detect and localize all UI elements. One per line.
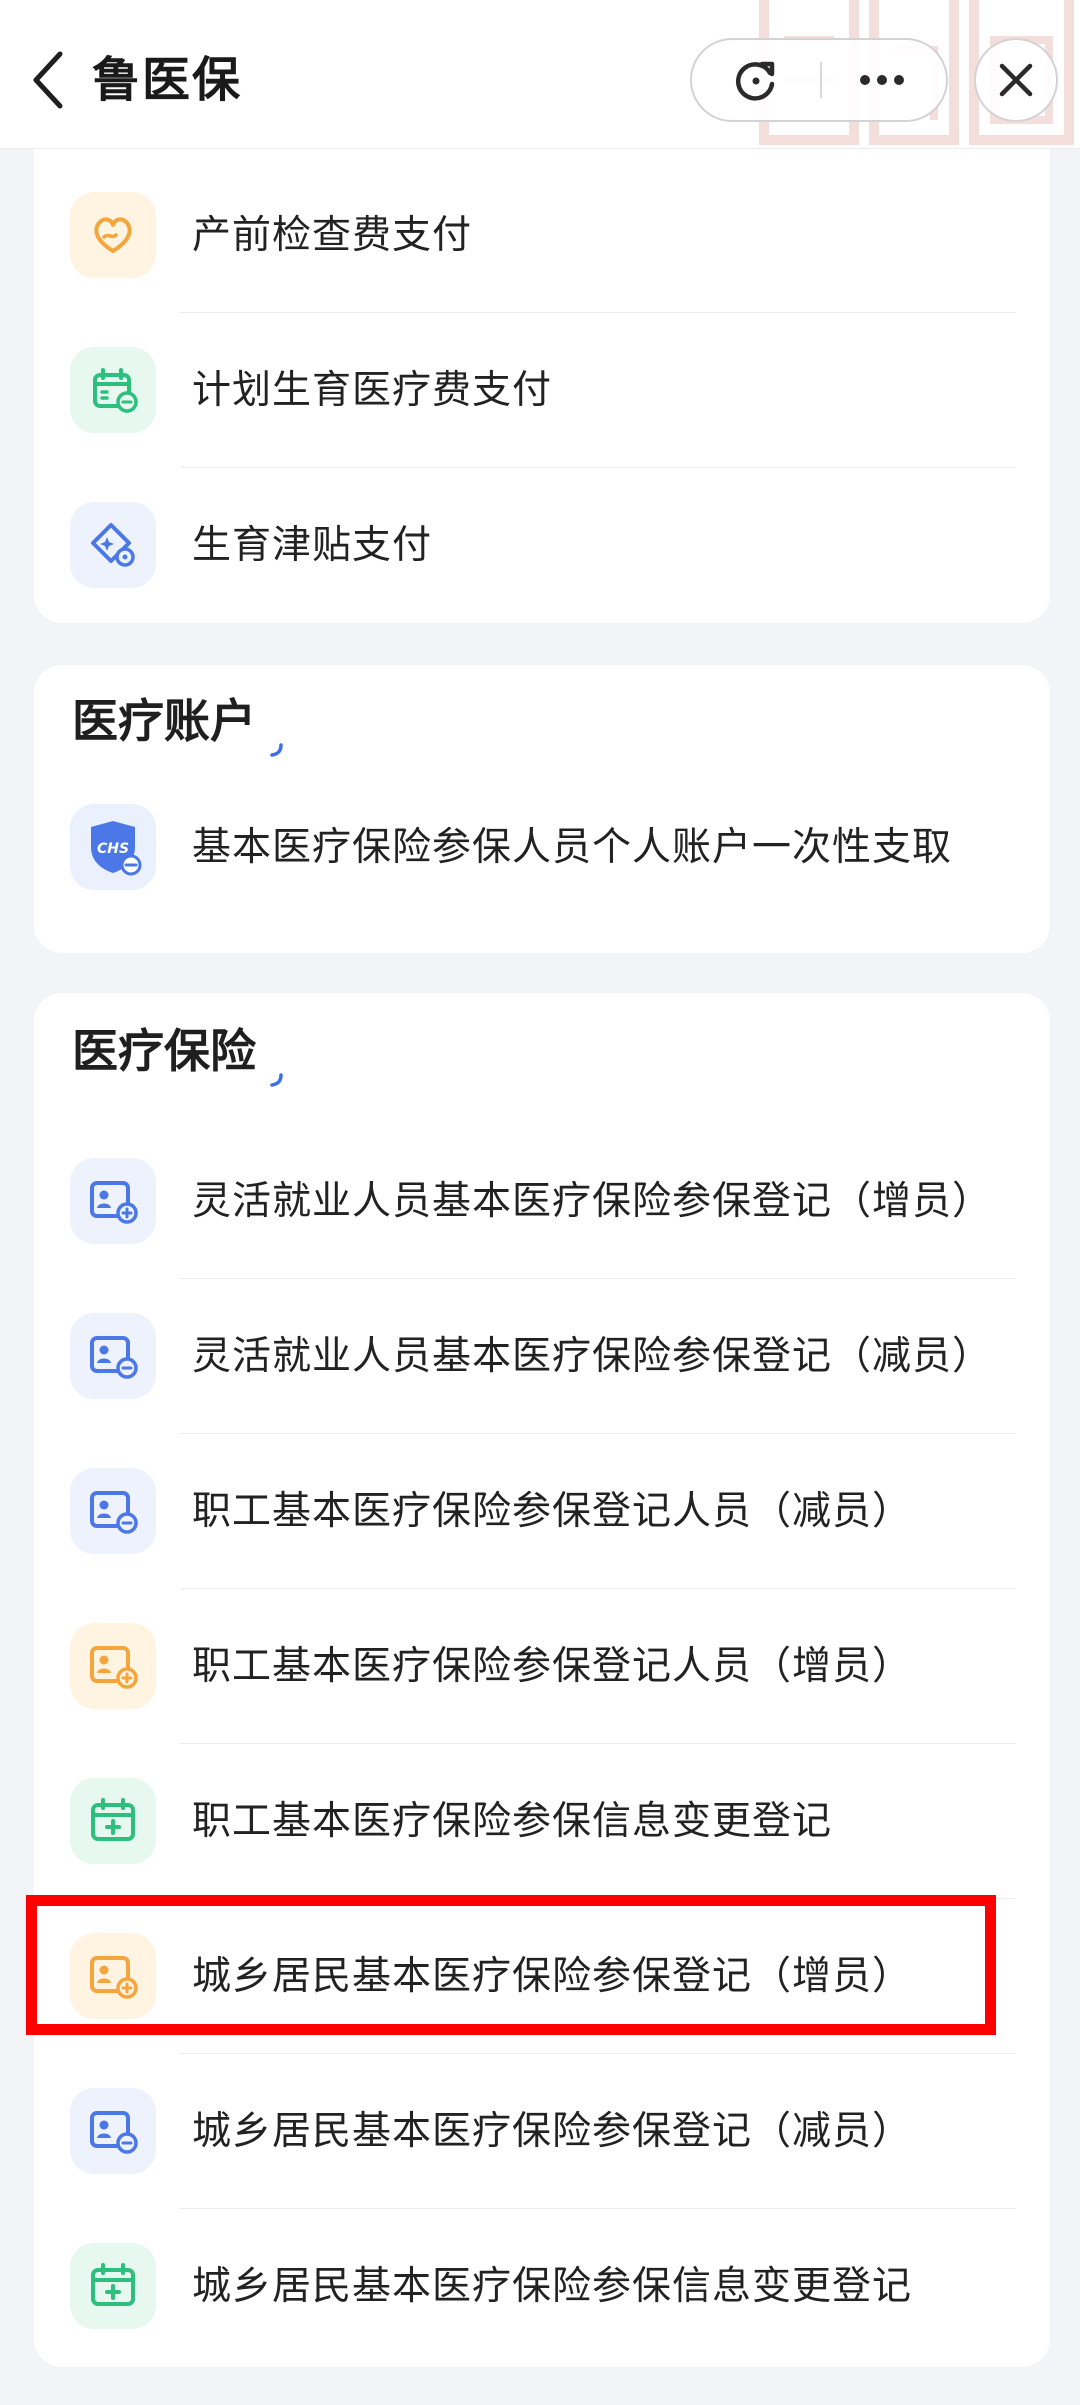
item-label: 城乡居民基本医疗保险参保信息变更登记	[192, 2264, 913, 2309]
item-label: 产前检查费支付	[192, 213, 473, 258]
section-card-medical-account: 医疗账户 CHS 基本医疗保险参保人员个人账户一次性支取	[34, 665, 1050, 953]
refresh-button[interactable]	[692, 40, 820, 120]
close-icon	[999, 63, 1033, 97]
list-item[interactable]: 职工基本医疗保险参保登记人员（减员）	[34, 1434, 1050, 1589]
back-button[interactable]	[18, 40, 78, 120]
top-navigation-bar: 鲁医保	[0, 0, 1080, 149]
item-label: 职工基本医疗保险参保登记人员（增员）	[192, 1644, 913, 1689]
calendar-plus-icon	[70, 2243, 156, 2329]
refresh-icon	[735, 61, 775, 101]
list-item-highlighted[interactable]: 城乡居民基本医疗保险参保登记（增员）	[34, 1899, 1050, 2054]
id-card-minus-icon	[70, 2088, 156, 2174]
title-accent-mark	[270, 743, 283, 757]
id-card-plus-icon	[70, 1933, 156, 2019]
close-button[interactable]	[974, 38, 1058, 122]
calendar-heart-icon	[70, 347, 156, 433]
item-label: 职工基本医疗保险参保信息变更登记	[192, 1799, 833, 1844]
section-title: 医疗账户	[72, 694, 256, 748]
list-item[interactable]: 计划生育医疗费支付	[34, 313, 1050, 468]
list-item[interactable]: 城乡居民基本医疗保险参保登记（减员）	[34, 2054, 1050, 2209]
item-label: 城乡居民基本医疗保险参保登记（减员）	[192, 2109, 913, 2154]
section-title: 医疗保险	[72, 1024, 256, 1078]
chevron-left-icon	[33, 51, 63, 109]
item-label: 基本医疗保险参保人员个人账户一次性支取	[192, 825, 953, 870]
item-label: 灵活就业人员基本医疗保险参保登记（增员）	[192, 1179, 993, 1224]
item-label: 城乡居民基本医疗保险参保登记（增员）	[192, 1954, 913, 1999]
list-item[interactable]: 城乡居民基本医疗保险参保信息变更登记	[34, 2209, 1050, 2364]
list-item[interactable]: 职工基本医疗保险参保信息变更登记	[34, 1744, 1050, 1899]
list-item[interactable]: 产前检查费支付	[34, 158, 1050, 313]
title-accent-mark	[270, 1073, 283, 1087]
calendar-plus-icon	[70, 1778, 156, 1864]
list-item[interactable]: 灵活就业人员基本医疗保险参保登记（减员）	[34, 1279, 1050, 1434]
list-item[interactable]: CHS 基本医疗保险参保人员个人账户一次性支取	[34, 770, 1050, 925]
item-label: 职工基本医疗保险参保登记人员（减员）	[192, 1489, 913, 1534]
page-title: 鲁医保	[92, 52, 243, 108]
list-item[interactable]: 职工基本医疗保险参保登记人员（增员）	[34, 1589, 1050, 1744]
section-card-medical-insurance: 医疗保险 灵活就业人员基本医疗保险参保登记（增员） 灵活就业人员基本医疗保险参保…	[34, 993, 1050, 2367]
id-card-plus-icon	[70, 1623, 156, 1709]
svg-text:CHS: CHS	[97, 841, 129, 857]
id-card-minus-icon	[70, 1468, 156, 1554]
mini-program-capsule	[690, 38, 948, 122]
shield-badge-icon: CHS	[70, 804, 156, 890]
item-label: 生育津贴支付	[192, 523, 433, 568]
id-card-minus-icon	[70, 1313, 156, 1399]
diamond-sparkle-icon	[70, 502, 156, 588]
id-card-plus-icon	[70, 1158, 156, 1244]
section-card-maternity: 产前检查费支付 计划生育医疗费支付 生育津贴支付	[34, 148, 1050, 623]
heart-hands-icon	[70, 192, 156, 278]
item-label: 计划生育医疗费支付	[192, 368, 553, 413]
list-item[interactable]: 生育津贴支付	[34, 468, 1050, 623]
list-item[interactable]: 灵活就业人员基本医疗保险参保登记（增员）	[34, 1124, 1050, 1279]
more-dots-icon	[860, 75, 904, 85]
item-label: 灵活就业人员基本医疗保险参保登记（减员）	[192, 1334, 993, 1379]
more-button[interactable]	[818, 40, 946, 120]
